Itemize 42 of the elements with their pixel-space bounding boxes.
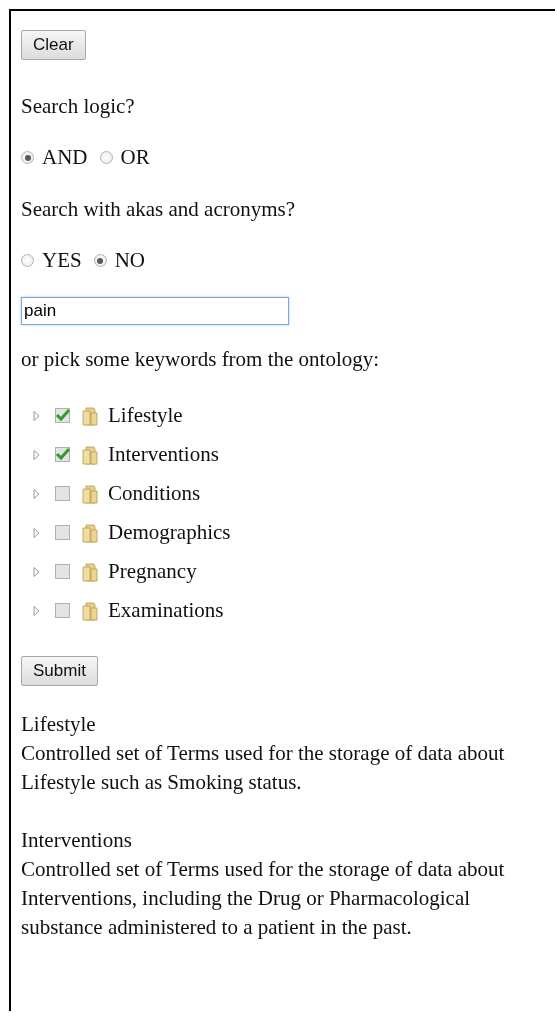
question-label: Search logic?	[21, 94, 136, 119]
clear-button[interactable]: Clear	[21, 30, 86, 60]
folder-icon	[82, 444, 98, 465]
option-label: OR	[120, 145, 150, 170]
checkbox[interactable]	[55, 408, 70, 423]
description-title: Lifestyle	[21, 711, 97, 738]
expand-arrow-icon[interactable]	[33, 527, 40, 538]
expand-arrow-icon[interactable]	[33, 605, 40, 616]
question-label: Search with akas and acronyms?	[21, 197, 297, 222]
option-label: YES	[42, 248, 82, 273]
description-text: Controlled set of Terms used for the storage of data about Lifestyle such as Smoking status.	[21, 740, 506, 796]
tree-item-label[interactable]: Interventions	[108, 442, 219, 467]
folder-icon	[82, 405, 98, 426]
radio-button[interactable]	[93, 254, 107, 267]
folder-icon	[82, 561, 98, 582]
option-label: NO	[114, 248, 146, 273]
option-label: AND	[42, 145, 88, 170]
expand-arrow-icon[interactable]	[33, 449, 40, 460]
expand-arrow-icon[interactable]	[33, 410, 40, 421]
folder-icon	[82, 522, 98, 543]
tree-item-label[interactable]: Lifestyle	[108, 403, 183, 428]
ontology-prompt: or pick some keywords from the ontology:	[21, 347, 381, 372]
checkbox[interactable]	[55, 525, 70, 540]
description-text: Controlled set of Terms used for the storage of data about Interventions, including the Drug or Pharmacological substance administered to a patient in the past.	[21, 856, 506, 941]
tree-item-label[interactable]: Examinations	[108, 598, 224, 623]
radio-button[interactable]	[99, 151, 113, 164]
submit-button[interactable]: Submit	[21, 656, 98, 686]
search-field[interactable]: pain	[21, 297, 289, 325]
tree-item-label[interactable]: Demographics	[108, 520, 231, 545]
tree-item-label[interactable]: Pregnancy	[108, 559, 197, 584]
checkbox[interactable]	[55, 603, 70, 618]
checkbox[interactable]	[55, 447, 70, 462]
tree-item-label[interactable]: Conditions	[108, 481, 201, 506]
expand-arrow-icon[interactable]	[33, 488, 40, 499]
checkbox[interactable]	[55, 486, 70, 501]
radio-button[interactable]	[21, 254, 34, 267]
checkbox[interactable]	[55, 564, 70, 579]
expand-arrow-icon[interactable]	[33, 566, 40, 577]
radio-button[interactable]	[21, 151, 34, 164]
folder-icon	[82, 483, 98, 504]
description-title: Interventions	[21, 827, 133, 854]
folder-icon	[82, 600, 98, 621]
